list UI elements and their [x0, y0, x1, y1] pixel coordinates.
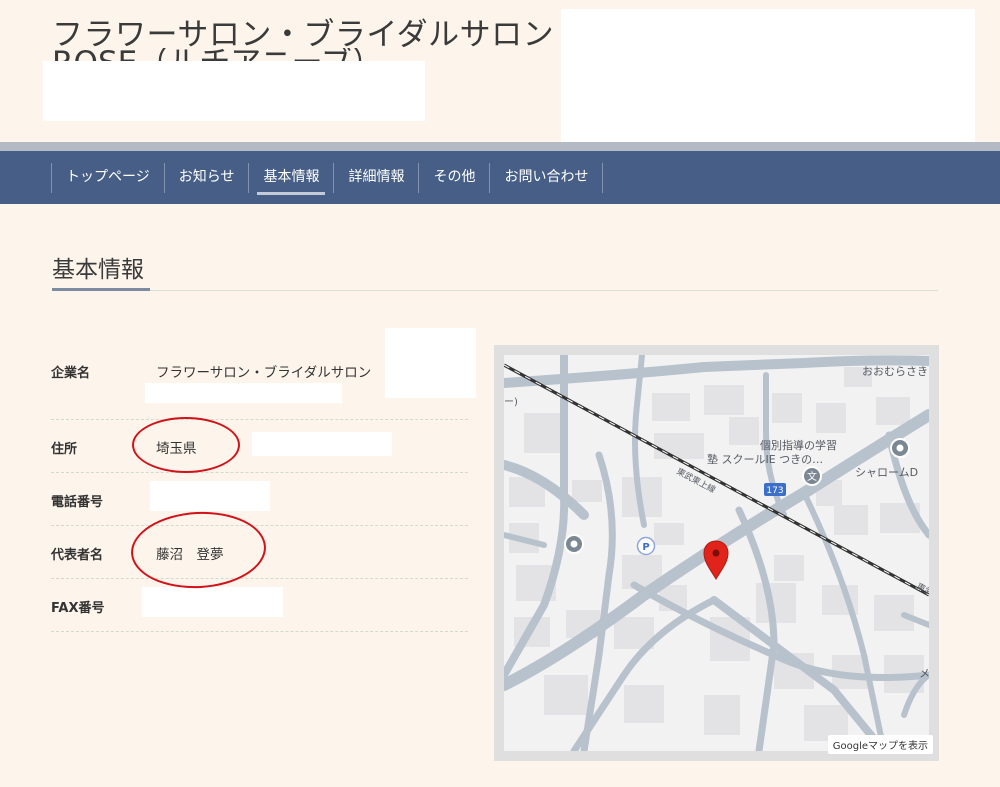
heading-underline [52, 288, 150, 291]
nav-item-details[interactable]: 詳細情報 [333, 163, 418, 193]
redaction-box [142, 587, 283, 617]
redaction-box [150, 481, 270, 511]
route-shield: 173 [764, 483, 786, 496]
main-nav: トップページ お知らせ 基本情報 詳細情報 その他 お問い合わせ [0, 151, 1000, 204]
place-pin-icon[interactable] [564, 534, 584, 554]
route-number: 173 [766, 486, 783, 496]
school-icon[interactable]: 文 [802, 466, 822, 486]
phone-label: 電話番号 [51, 495, 104, 510]
map-canvas[interactable]: おおむらさき ー) 東武東上線 東武 個別指導の学習 塾 スクールIE つきの…… [504, 355, 929, 751]
redaction-box [561, 9, 975, 142]
highlight-circle-address [132, 417, 240, 473]
page-title: 基本情報 [52, 257, 144, 283]
map-graphic: おおむらさき ー) 東武東上線 東武 個別指導の学習 塾 スクールIE つきの…… [504, 355, 929, 751]
company-label: 企業名 [51, 366, 91, 381]
map-label-school-line1: 個別指導の学習 [760, 438, 837, 452]
redaction-box [252, 432, 392, 456]
place-pin-icon[interactable] [890, 438, 910, 458]
map-label-edge-mark: メ [919, 667, 929, 680]
map-label-school-line2: 塾 スクールIE つきの… [707, 452, 823, 466]
company-value: フラワーサロン・ブライダルサロン [156, 365, 372, 381]
nav-item-other[interactable]: その他 [418, 163, 489, 193]
representative-label: 代表者名 [51, 548, 104, 563]
nav-item-news[interactable]: お知らせ [163, 163, 249, 193]
header-divider [0, 142, 1000, 151]
redaction-box [385, 328, 476, 398]
school-symbol: 文 [807, 470, 817, 483]
map-label-area: おおむらさき [862, 365, 928, 378]
map-label-edge-paren: ー) [504, 397, 518, 408]
parking-symbol: P [642, 542, 649, 553]
heading-rule [150, 290, 938, 291]
nav-item-basic-info[interactable]: 基本情報 [248, 163, 333, 195]
fax-label: FAX番号 [51, 601, 105, 616]
redaction-box [43, 61, 425, 121]
map-label-place: シャロームD [855, 466, 918, 479]
nav-item-top[interactable]: トップページ [51, 163, 164, 193]
redaction-box [145, 383, 342, 403]
site-header: フラワーサロン・ブライダルサロン ROSE（ルチアニーブ） [0, 0, 1000, 142]
nav-list: トップページ お知らせ 基本情報 詳細情報 その他 お問い合わせ [51, 163, 604, 195]
open-google-maps-link[interactable]: Googleマップを表示 [827, 735, 933, 754]
address-label: 住所 [51, 442, 78, 457]
map-embed[interactable]: おおむらさき ー) 東武東上線 東武 個別指導の学習 塾 スクールIE つきの…… [494, 345, 939, 761]
parking-icon[interactable]: P [636, 536, 656, 556]
nav-item-contact[interactable]: お問い合わせ [489, 163, 604, 193]
